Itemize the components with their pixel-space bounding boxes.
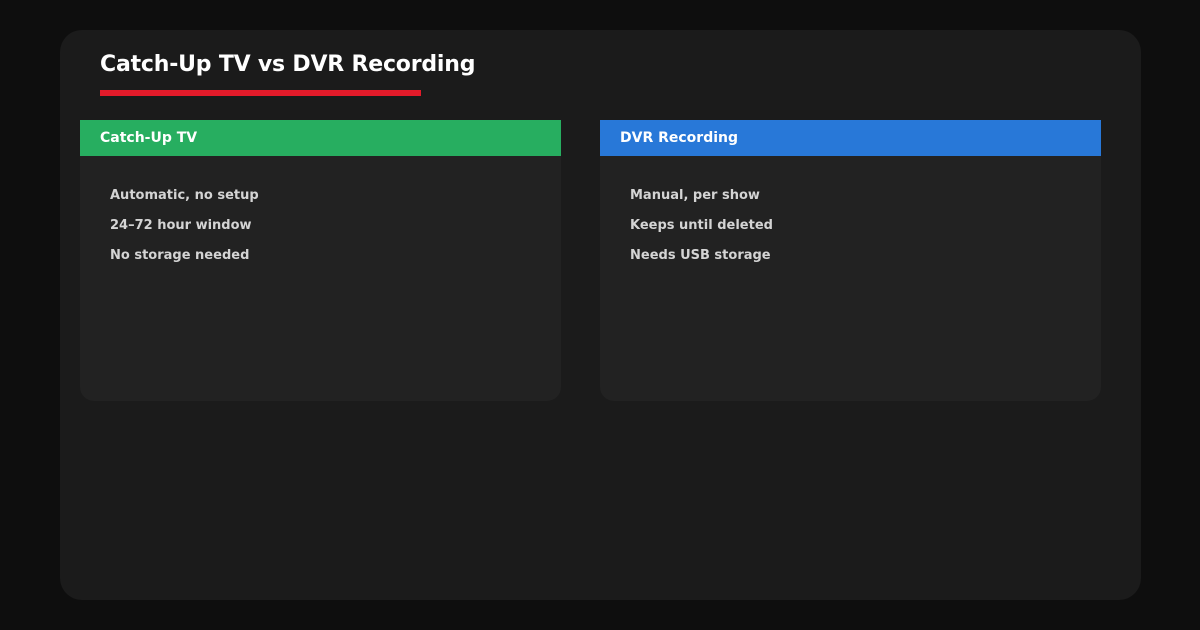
title-underline: [100, 90, 421, 96]
dvr-recording-feature-list: Manual, per show Keeps until deleted Nee…: [600, 156, 1101, 278]
feature-item: 24–72 hour window: [110, 218, 252, 233]
feature-item: Manual, per show: [630, 188, 760, 203]
feature-item: No storage needed: [110, 248, 250, 263]
catch-up-tv-feature-list: Automatic, no setup 24–72 hour window No…: [80, 156, 561, 278]
page-title: Catch-Up TV vs DVR Recording: [100, 52, 476, 77]
dvr-recording-card: DVR Recording Manual, per show Keeps unt…: [600, 120, 1101, 401]
feature-item: Needs USB storage: [630, 248, 771, 263]
feature-item: Keeps until deleted: [630, 218, 773, 233]
dvr-recording-card-header: DVR Recording: [600, 120, 1101, 156]
catch-up-tv-card: Catch-Up TV Automatic, no setup 24–72 ho…: [80, 120, 561, 401]
feature-item: Automatic, no setup: [110, 188, 259, 203]
comparison-panel: Catch-Up TV vs DVR Recording Catch-Up TV…: [60, 30, 1141, 600]
catch-up-tv-card-header: Catch-Up TV: [80, 120, 561, 156]
